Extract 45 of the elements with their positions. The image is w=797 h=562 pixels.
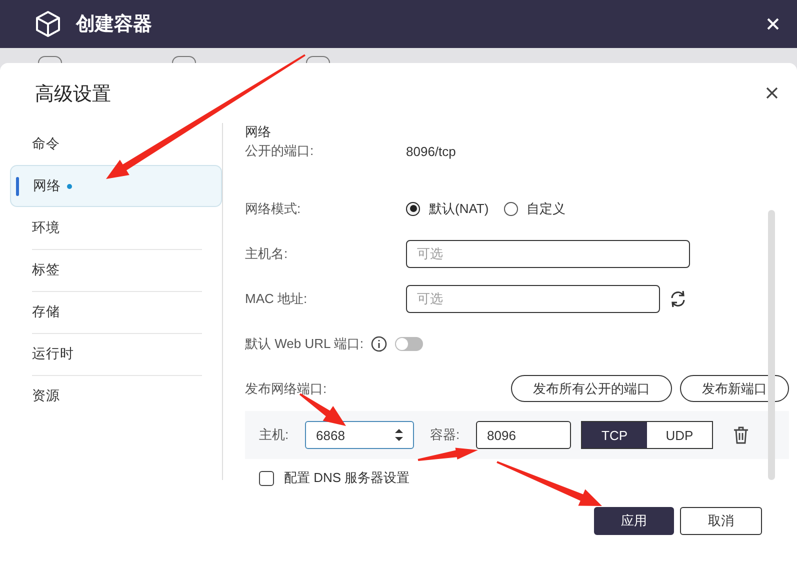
sidebar-item[interactable]: 存储	[10, 291, 222, 333]
dialog-button[interactable]: 取消	[680, 507, 762, 535]
annotation-arrow	[299, 393, 346, 426]
input-field[interactable]: 8096	[476, 421, 571, 449]
radio-icon[interactable]	[504, 202, 518, 216]
protocol-toggle[interactable]: UDP	[647, 422, 712, 448]
input-field[interactable]: 可选	[406, 240, 690, 268]
sidebar-item[interactable]: 运行时	[10, 333, 222, 375]
field-label: 容器:	[430, 426, 461, 444]
field-label: 网络模式:	[245, 200, 302, 218]
dialog-title: 高级设置	[35, 83, 111, 107]
close-icon[interactable]	[766, 87, 778, 99]
protocol-toggle[interactable]: TCP	[582, 422, 647, 448]
info-icon[interactable]	[371, 336, 388, 352]
radio-option[interactable]: 自定义	[504, 200, 566, 218]
annotation-arrow	[418, 448, 478, 461]
input-field[interactable]: 可选	[406, 284, 660, 312]
publish-button[interactable]: 发布所有公开的端口	[511, 375, 672, 402]
field-value: 8096/tcp	[406, 144, 456, 158]
section-title: 网络	[245, 123, 272, 141]
toggle-switch[interactable]	[395, 336, 424, 350]
sidebar-item[interactable]: 网络	[10, 165, 222, 207]
window-title: 创建容器	[76, 12, 153, 37]
sidebar-item[interactable]: 资源	[10, 375, 222, 417]
refresh-icon[interactable]	[668, 288, 688, 308]
sidebar-item[interactable]: 标签	[10, 249, 222, 291]
sidebar-item[interactable]: 环境	[10, 207, 222, 249]
checkbox[interactable]	[259, 470, 274, 486]
publish-button[interactable]: 发布新端口	[680, 375, 789, 402]
number-field[interactable]: 6868	[305, 421, 414, 449]
dialog-button[interactable]: 应用	[594, 507, 674, 535]
radio-option[interactable]: 默认(NAT)	[406, 200, 489, 218]
field-label: 主机:	[259, 426, 290, 444]
field-label: 主机名:	[245, 244, 289, 262]
field-label: MAC 地址:	[245, 290, 308, 308]
field-label: 公开的端口:	[245, 142, 315, 160]
scrollbar[interactable]	[768, 210, 775, 480]
radio-icon[interactable]	[406, 202, 420, 216]
spinner-icon[interactable]	[393, 427, 405, 443]
field-label: 发布网络端口:	[245, 380, 328, 398]
field-label: 默认 Web URL 端口:	[245, 334, 364, 352]
trash-icon[interactable]	[733, 426, 749, 444]
cube-icon	[34, 10, 62, 38]
checkbox-label: 配置 DNS 服务器设置	[284, 469, 410, 487]
sidebar-item[interactable]: 命令	[10, 123, 222, 165]
